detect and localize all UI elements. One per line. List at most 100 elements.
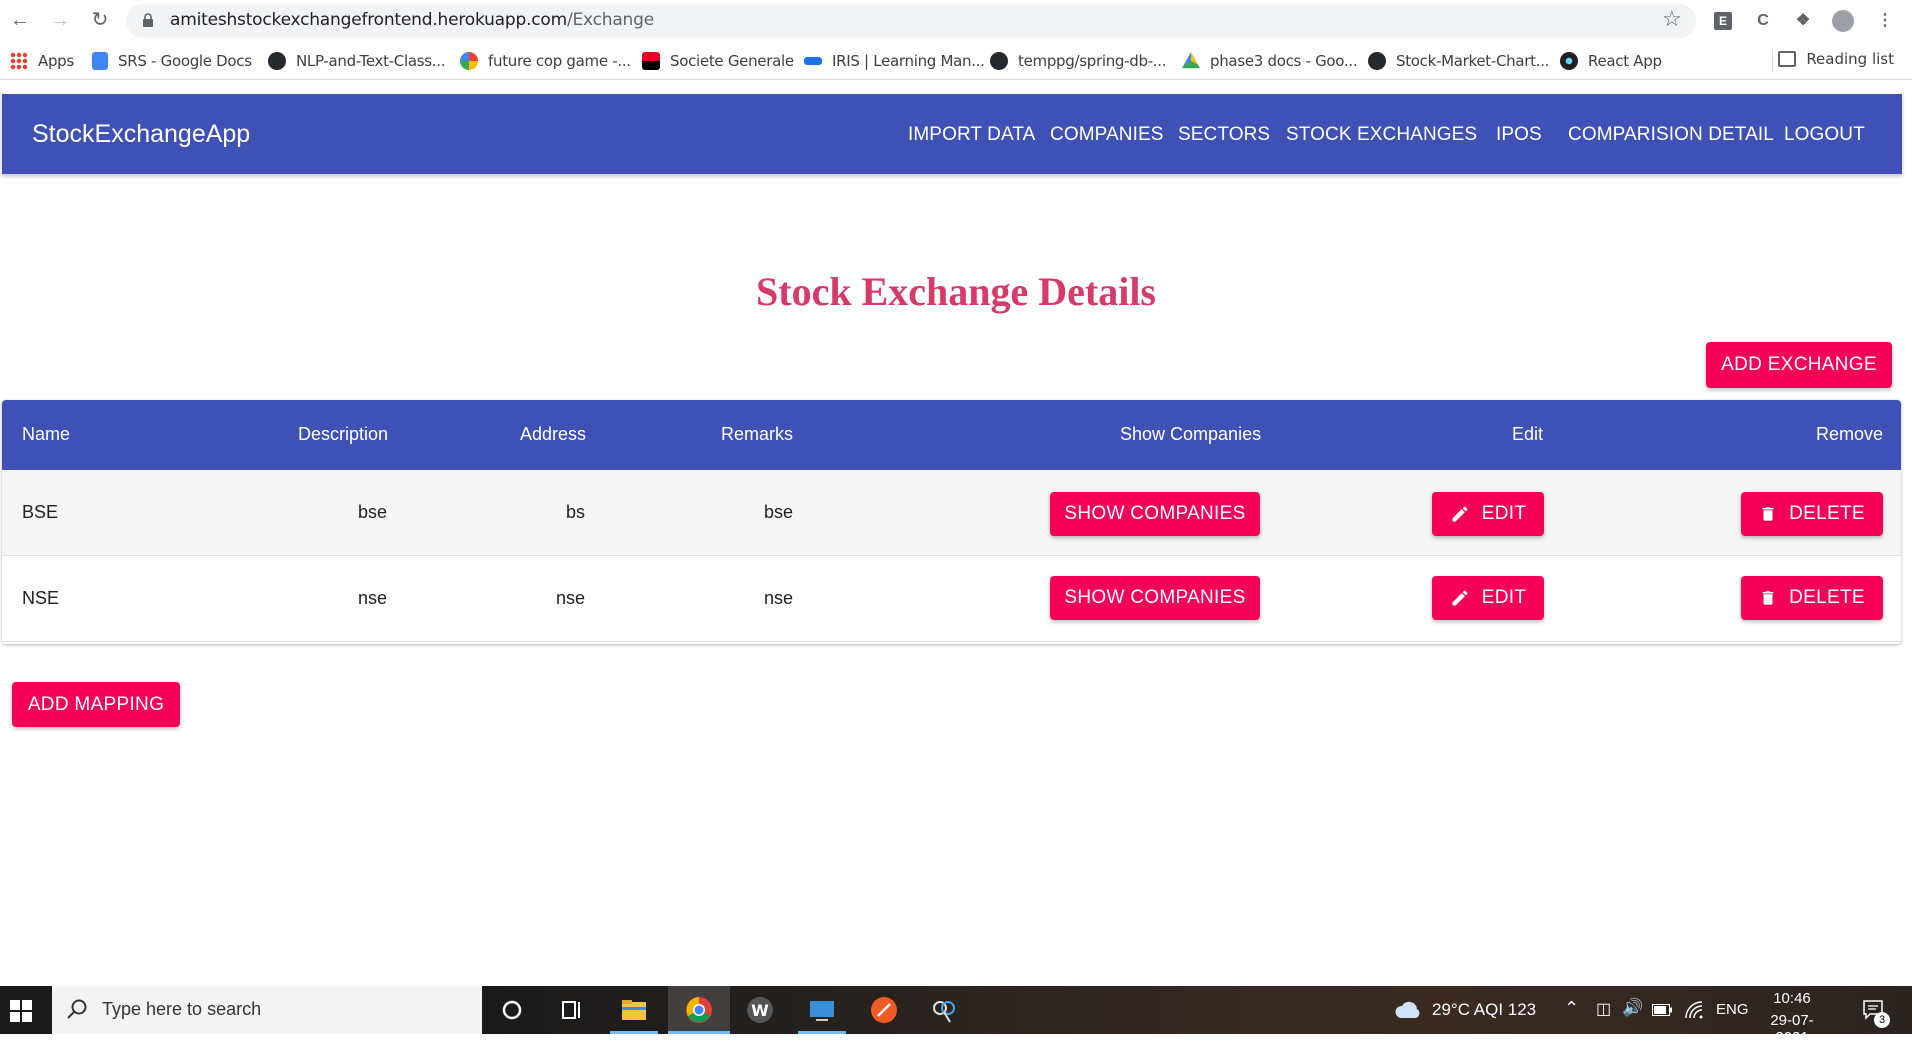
reload-icon[interactable]: ↻ — [88, 8, 112, 32]
header-remove: Remove — [1816, 424, 1884, 444]
search-placeholder: Type here to search — [102, 999, 262, 1019]
search-icon — [67, 999, 87, 1019]
cell-description: nse — [358, 588, 388, 608]
menu-dots-icon[interactable]: ⋮ — [1874, 10, 1896, 32]
taskbar-search-box[interactable]: Type here to search — [52, 986, 482, 1034]
battery-icon[interactable] — [1652, 1004, 1672, 1016]
clock-date[interactable]: 29-07-2021 — [1754, 1012, 1830, 1046]
bookmark-label: Societe Generale — [670, 52, 794, 70]
bookmark-nlp[interactable]: NLP-and-Text-Class... — [268, 50, 445, 72]
google-docs-icon — [92, 52, 108, 70]
trash-icon — [1762, 507, 1774, 521]
edit-label: EDIT — [1481, 587, 1527, 608]
device-icon[interactable]: ◫ — [1596, 999, 1611, 1019]
bookmark-societe-generale[interactable]: Societe Generale — [642, 50, 794, 72]
header-address: Address — [520, 424, 587, 444]
add-mapping-button[interactable]: ADD MAPPING — [12, 682, 180, 727]
extension-c-icon[interactable]: C — [1752, 10, 1774, 32]
lock-icon — [143, 13, 153, 27]
delete-button[interactable]: DELETE — [1741, 576, 1883, 620]
google-drive-icon — [1182, 52, 1200, 69]
weather-cloud-icon[interactable] — [1394, 1000, 1422, 1020]
bookmark-iris[interactable]: IRIS | Learning Man... — [804, 50, 985, 72]
wps-app-icon[interactable]: W — [744, 994, 776, 1026]
svg-text:W: W — [751, 1001, 769, 1020]
bookmark-temppg[interactable]: temppg/spring-db-... — [990, 50, 1167, 72]
reading-list-icon — [1778, 51, 1797, 67]
header-description: Description — [298, 424, 389, 444]
bookmark-stock-market-chart[interactable]: Stock-Market-Chart... — [1368, 50, 1549, 72]
header-show-companies: Show Companies — [1120, 424, 1262, 444]
bookmark-label: IRIS | Learning Man... — [832, 52, 985, 70]
back-arrow-icon[interactable]: ← — [8, 8, 32, 32]
browser-toolbar: ← → ↻ amiteshstockexchangefrontend.herok… — [0, 0, 1912, 42]
url-text[interactable]: amiteshstockexchangefrontend.herokuapp.c… — [170, 10, 654, 30]
bookmark-react-app[interactable]: React App — [1560, 50, 1662, 72]
react-icon — [1560, 52, 1578, 70]
bookmark-label: Stock-Market-Chart... — [1396, 52, 1550, 70]
delete-button[interactable]: DELETE — [1741, 492, 1883, 536]
bookmark-phase3-docs[interactable]: phase3 docs - Goo... — [1182, 50, 1358, 72]
language-indicator[interactable]: ENG — [1716, 1001, 1749, 1018]
header-name: Name — [22, 424, 71, 444]
snipping-tool-icon[interactable] — [928, 994, 960, 1026]
bookmark-srs-docs[interactable]: SRS - Google Docs — [92, 50, 252, 72]
add-exchange-button[interactable]: ADD EXCHANGE — [1706, 342, 1892, 388]
extension-e-icon[interactable]: E — [1712, 10, 1734, 32]
forward-arrow-icon[interactable]: → — [48, 8, 72, 32]
delete-label: DELETE — [1789, 503, 1865, 524]
notification-badge: 3 — [1874, 1012, 1890, 1028]
chevron-up-icon[interactable]: ⌃ — [1564, 998, 1579, 1019]
bookmark-label: React App — [1588, 52, 1662, 70]
windows-start-icon[interactable] — [10, 1000, 32, 1022]
volume-icon[interactable]: 🔊 — [1622, 998, 1643, 1018]
nav-sectors[interactable]: SECTORS — [1178, 124, 1270, 146]
cell-address: bs — [566, 502, 586, 522]
bookmark-future-cop[interactable]: future cop game -... — [460, 50, 631, 72]
chrome-icon[interactable] — [683, 994, 715, 1026]
task-view-icon[interactable] — [556, 994, 588, 1026]
bookmarks-divider — [1772, 50, 1773, 72]
nav-import-data[interactable]: IMPORT DATA — [908, 124, 1035, 146]
cortana-icon[interactable] — [496, 994, 528, 1026]
bookmark-label: temppg/spring-db-... — [1018, 52, 1167, 70]
pencil-icon — [1452, 590, 1468, 606]
cell-name: NSE — [22, 588, 60, 608]
weather-text[interactable]: 29°C AQI 123 — [1432, 1000, 1536, 1020]
bookmark-label: future cop game -... — [488, 52, 631, 70]
edit-button[interactable]: EDIT — [1432, 492, 1544, 536]
cell-description: bse — [358, 502, 388, 522]
exchange-table: Name Description Address Remarks Show Co… — [2, 400, 1901, 644]
nav-stock-exchanges[interactable]: STOCK EXCHANGES — [1286, 124, 1477, 146]
wifi-icon[interactable] — [1684, 1000, 1704, 1020]
table-row: NSE nse nse nse SHOW COMPANIES EDIT DELE… — [2, 556, 1901, 642]
file-explorer-icon[interactable] — [618, 994, 650, 1026]
github-icon — [990, 52, 1008, 70]
nav-ipos[interactable]: IPOS — [1496, 124, 1542, 146]
puzzle-icon[interactable]: ❖ — [1792, 10, 1814, 32]
show-companies-button[interactable]: SHOW COMPANIES — [1050, 576, 1260, 620]
show-companies-button[interactable]: SHOW COMPANIES — [1050, 492, 1260, 536]
nav-logout[interactable]: LOGOUT — [1784, 124, 1865, 146]
cell-name: BSE — [22, 502, 59, 522]
desktop-app-icon[interactable] — [806, 994, 838, 1026]
bookmark-label: SRS - Google Docs — [118, 52, 252, 70]
cell-remarks: nse — [764, 588, 794, 608]
postman-icon[interactable] — [868, 994, 900, 1026]
edit-label: EDIT — [1481, 503, 1527, 524]
bookmark-apps[interactable]: Apps — [10, 50, 74, 72]
clock-time[interactable]: 10:46 — [1760, 990, 1824, 1007]
reading-list[interactable]: Reading list — [1778, 50, 1894, 68]
profile-avatar-icon[interactable] — [1832, 10, 1854, 32]
edit-button[interactable]: EDIT — [1432, 576, 1544, 620]
nav-comparision-detail[interactable]: COMPARISION DETAIL — [1568, 124, 1774, 146]
reading-list-label: Reading list — [1806, 50, 1894, 68]
cell-address: nse — [556, 588, 586, 608]
table-header: Name Description Address Remarks Show Co… — [2, 400, 1901, 470]
nav-companies[interactable]: COMPANIES — [1050, 124, 1164, 146]
delete-label: DELETE — [1789, 587, 1865, 608]
app-brand[interactable]: StockExchangeApp — [32, 120, 250, 149]
bookmark-star-icon[interactable]: ☆ — [1662, 8, 1682, 30]
url-path: /Exchange — [566, 10, 654, 30]
pencil-icon — [1452, 506, 1468, 522]
